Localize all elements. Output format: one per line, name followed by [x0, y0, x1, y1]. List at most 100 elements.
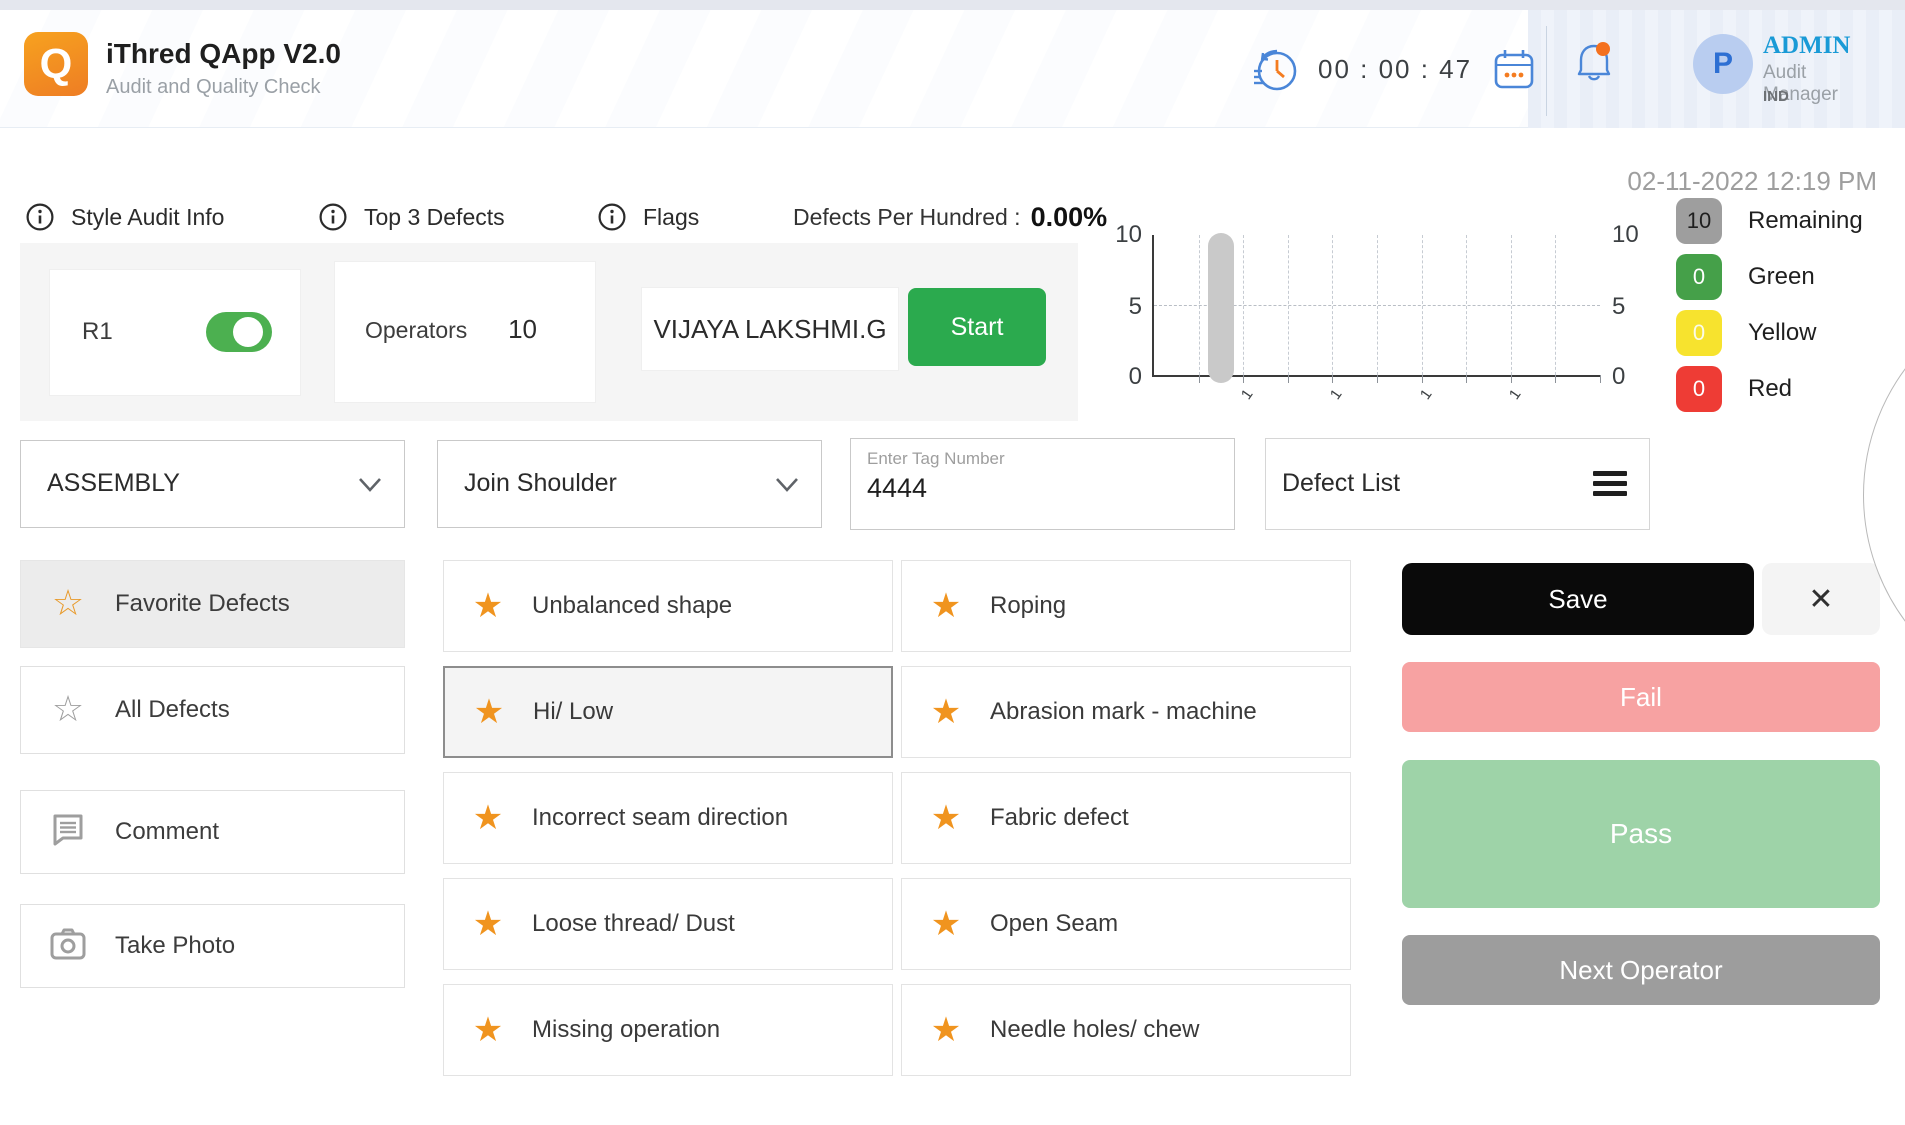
sidebar-item-label: Favorite Defects [115, 590, 290, 617]
defect-card[interactable]: ★ Abrasion mark - machine [901, 666, 1351, 758]
y-tick-right-5: 5 [1612, 293, 1626, 320]
operator-name-card[interactable]: VIJAYA LAKSHMI.G [642, 288, 898, 370]
comment-icon [21, 812, 115, 853]
sidebar-item-label: All Defects [115, 696, 230, 723]
section-select-value: ASSEMBLY [47, 469, 180, 497]
chevron-down-icon [359, 478, 381, 492]
defect-card[interactable]: ★ Unbalanced shape [443, 560, 893, 652]
logo-letter: Q [39, 40, 73, 87]
sidebar-item-comment[interactable]: Comment [20, 790, 405, 874]
top-strip [0, 0, 1905, 10]
y-tick-left-5: 5 [1128, 293, 1142, 320]
defect-label: Missing operation [532, 1016, 721, 1043]
tag-number-field: Enter Tag Number [850, 438, 1235, 530]
defect-grid: ★ Unbalanced shape ★ Roping ★ Hi/ Low ★ … [443, 560, 1351, 1076]
current-datetime: 02-11-2022 12:19 PM [1627, 166, 1877, 196]
legend-yellow: 0 Yellow [1676, 310, 1817, 356]
section-select[interactable]: ASSEMBLY [20, 440, 405, 528]
style-audit-info-label: Style Audit Info [71, 203, 225, 230]
operators-count: 10 [508, 314, 537, 344]
chevron-down-icon [776, 478, 798, 492]
app-window: Q iThred QApp V2.0 Audit and Quality Che… [0, 0, 1905, 1125]
info-icon [26, 203, 54, 231]
star-outline-icon: ☆ [51, 583, 85, 624]
user-name: ADMIN [1763, 32, 1851, 59]
tag-number-input[interactable] [867, 473, 1217, 504]
y-tick-left-10: 10 [1115, 221, 1142, 248]
defect-card[interactable]: ★ Needle holes/ chew [901, 984, 1351, 1076]
close-icon: ✕ [1808, 582, 1834, 616]
edge-decoration-circle [1863, 283, 1905, 707]
style-audit-info-link[interactable]: Style Audit Info [25, 202, 224, 232]
info-icon [598, 203, 626, 231]
defect-label: Incorrect seam direction [532, 804, 789, 831]
star-icon: ★ [930, 586, 962, 626]
sidebar-item-favorite-defects[interactable]: ☆ Favorite Defects [20, 560, 405, 648]
notification-bell-icon[interactable] [1571, 38, 1617, 90]
top-3-defects-label: Top 3 Defects [364, 203, 505, 230]
header-divider [1546, 26, 1547, 116]
close-button[interactable]: ✕ [1762, 563, 1880, 635]
legend-label: Yellow [1748, 319, 1817, 346]
operators-card: Operators 10 [335, 262, 595, 402]
app-logo: Q [24, 32, 88, 96]
operation-select-value: Join Shoulder [464, 469, 617, 497]
next-operator-button[interactable]: Next Operator [1402, 935, 1880, 1005]
round-toggle[interactable] [206, 312, 272, 352]
defect-card[interactable]: ★ Roping [901, 560, 1351, 652]
defect-label: Hi/ Low [533, 698, 614, 725]
chart-plot: 1111 [1154, 233, 1601, 403]
legend-green: 0 Green [1676, 254, 1815, 300]
legend-badge: 0 [1676, 254, 1722, 300]
top-3-defects-link[interactable]: Top 3 Defects [318, 202, 505, 232]
operation-select[interactable]: Join Shoulder [437, 440, 822, 528]
defect-card-selected[interactable]: ★ Hi/ Low [443, 666, 893, 758]
menu-icon [1593, 471, 1627, 501]
start-button[interactable]: Start [908, 288, 1046, 366]
dph-value: 0.00% [1030, 202, 1108, 232]
defect-card[interactable]: ★ Open Seam [901, 878, 1351, 970]
audit-panel: R1 Operators 10 VIJAYA LAKSHMI.G Start [20, 243, 1078, 421]
pass-button[interactable]: Pass [1402, 760, 1880, 908]
save-button[interactable]: Save [1402, 563, 1754, 635]
round-card: R1 [50, 270, 300, 395]
info-icon [319, 203, 347, 231]
defect-card[interactable]: ★ Incorrect seam direction [443, 772, 893, 864]
stopwatch-icon [1254, 49, 1297, 91]
defect-label: Fabric defect [990, 804, 1129, 831]
star-icon: ★ [930, 798, 962, 838]
legend-badge: 10 [1676, 198, 1722, 244]
star-icon: ★ [472, 904, 504, 944]
defect-card[interactable]: ★ Loose thread/ Dust [443, 878, 893, 970]
y-tick-right-10: 10 [1612, 221, 1639, 248]
defect-card[interactable]: ★ Missing operation [443, 984, 893, 1076]
defect-list-button[interactable]: Defect List [1265, 438, 1650, 530]
fail-button[interactable]: Fail [1402, 662, 1880, 732]
star-icon: ★ [930, 904, 962, 944]
star-icon: ★ [472, 586, 504, 626]
defect-label: Roping [990, 592, 1067, 619]
avatar[interactable]: P [1693, 34, 1753, 94]
sidebar-item-take-photo[interactable]: Take Photo [20, 904, 405, 988]
legend-badge: 0 [1676, 310, 1722, 356]
user-region: IND [1763, 88, 1789, 105]
sidebar-item-all-defects[interactable]: ☆ All Defects [20, 666, 405, 754]
star-icon: ★ [472, 1010, 504, 1050]
camera-icon [21, 927, 115, 966]
audit-bar-chart: 10 5 0 10 5 0 1111 [1115, 221, 1638, 403]
y-tick-left-0: 0 [1128, 363, 1142, 390]
defect-card[interactable]: ★ Fabric defect [901, 772, 1351, 864]
legend-remaining: 10 Remaining [1676, 198, 1863, 244]
round-label: R1 [82, 318, 113, 345]
app-subtitle: Audit and Quality Check [106, 76, 321, 98]
flags-link[interactable]: Flags [597, 202, 699, 232]
legend-label: Green [1748, 263, 1815, 290]
calendar-icon[interactable] [1490, 45, 1538, 93]
tag-number-label: Enter Tag Number [867, 449, 1005, 468]
defect-list-label: Defect List [1282, 469, 1401, 497]
star-icon: ★ [473, 692, 505, 732]
legend-label: Red [1748, 375, 1793, 402]
y-tick-right-0: 0 [1612, 363, 1626, 390]
defect-label: Unbalanced shape [532, 592, 733, 619]
timer-group: 00 : 00 : 47 [1250, 40, 1538, 98]
